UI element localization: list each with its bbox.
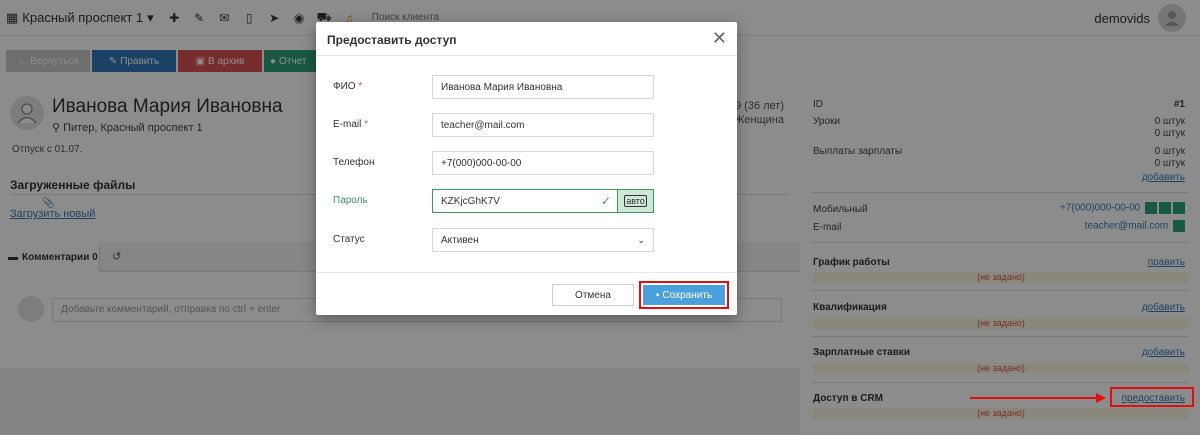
password-input[interactable] <box>432 189 618 213</box>
phone-label: Телефон <box>333 157 375 168</box>
auto-generate-label: авто <box>624 195 647 207</box>
modal-footer: Отмена ▪ Сохранить <box>316 272 737 315</box>
required-mark: * <box>364 119 369 130</box>
status-label: Статус <box>333 234 365 245</box>
annotation-arrow-head <box>1096 393 1106 403</box>
chevron-down-icon: ⌄ <box>637 234 645 245</box>
email-input[interactable] <box>432 113 654 137</box>
password-label: Пароль <box>333 195 368 206</box>
email-label-text: E-mail <box>333 119 362 130</box>
annotation-arrow-line <box>970 397 1098 399</box>
grant-access-modal: Предоставить доступ ✕ ФИО * E-mail * Тел… <box>316 22 737 315</box>
close-icon[interactable]: ✕ <box>712 29 727 47</box>
modal-header: Предоставить доступ ✕ <box>316 22 737 56</box>
status-select[interactable]: Активен ⌄ <box>432 228 654 252</box>
fio-label-text: ФИО <box>333 81 356 92</box>
password-row: Пароль ✓ авто <box>316 189 737 215</box>
fio-row: ФИО * <box>316 75 737 101</box>
fio-label: ФИО * <box>333 81 362 92</box>
annotation-highlight-save <box>639 281 729 309</box>
auto-generate-button[interactable]: авто <box>617 189 654 213</box>
email-row: E-mail * <box>316 113 737 139</box>
phone-row: Телефон <box>316 151 737 177</box>
status-row: Статус Активен ⌄ <box>316 228 737 254</box>
required-mark: * <box>358 81 363 92</box>
cancel-button[interactable]: Отмена <box>552 284 634 306</box>
fio-input[interactable] <box>432 75 654 99</box>
phone-input[interactable] <box>432 151 654 175</box>
modal-title: Предоставить доступ <box>327 33 457 47</box>
check-icon: ✓ <box>601 194 612 208</box>
status-select-value: Активен <box>441 234 479 246</box>
email-label: E-mail * <box>333 119 368 130</box>
annotation-highlight-grant <box>1110 387 1194 407</box>
